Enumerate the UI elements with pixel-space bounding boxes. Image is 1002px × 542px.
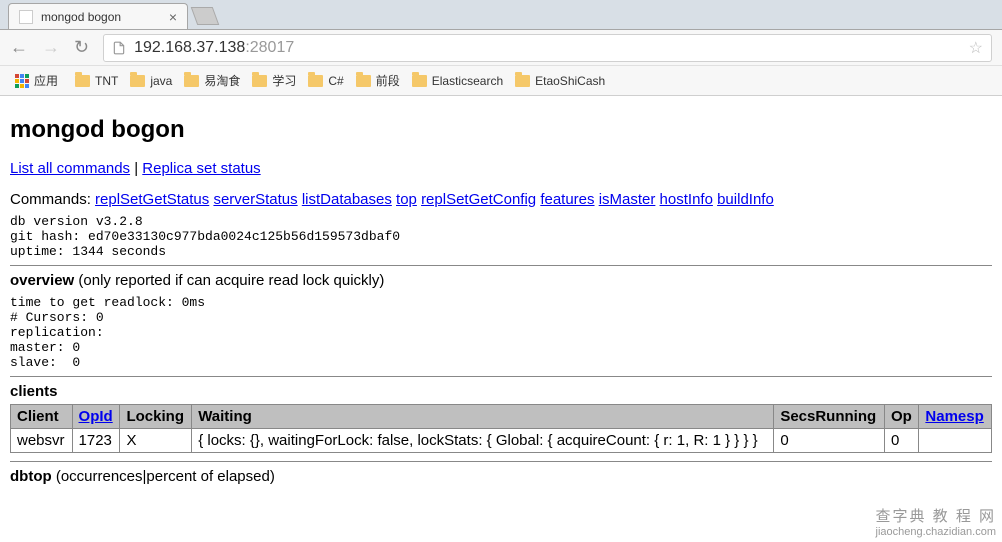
folder-icon bbox=[515, 75, 530, 87]
folder-icon bbox=[75, 75, 90, 87]
th-namesp: Namesp bbox=[919, 405, 992, 429]
top-links-row: List all commands | Replica set status bbox=[10, 160, 992, 177]
clients-title: clients bbox=[10, 383, 992, 400]
folder-icon bbox=[308, 75, 323, 87]
bookmark-star-icon[interactable]: ☆ bbox=[969, 38, 983, 58]
back-button[interactable]: ← bbox=[10, 37, 28, 58]
bookmark-csharp[interactable]: C# bbox=[308, 74, 343, 88]
bookmark-yitaoshi[interactable]: 易淘食 bbox=[184, 72, 240, 89]
close-icon[interactable]: × bbox=[157, 9, 177, 25]
bookmark-etaoshicash[interactable]: EtaoShiCash bbox=[515, 74, 605, 88]
cell-waiting: { locks: {}, waitingForLock: false, lock… bbox=[192, 429, 774, 453]
bookmarks-bar: 应用 TNT java 易淘食 学习 C# 前段 Elasticsearch E… bbox=[0, 66, 1002, 96]
cell-ns bbox=[919, 429, 992, 453]
bookmark-qianduan[interactable]: 前段 bbox=[356, 72, 400, 89]
tab-title: mongod bogon bbox=[41, 10, 121, 24]
cmd-top[interactable]: top bbox=[396, 191, 417, 208]
address-bar[interactable]: 192.168.37.138:28017 ☆ bbox=[103, 34, 992, 62]
divider bbox=[10, 376, 992, 377]
clients-table: Client OpId Locking Waiting SecsRunning … bbox=[10, 404, 992, 453]
cmd-features[interactable]: features bbox=[540, 191, 594, 208]
th-locking: Locking bbox=[120, 405, 192, 429]
cmd-listdatabases[interactable]: listDatabases bbox=[302, 191, 392, 208]
bookmark-xuexi[interactable]: 学习 bbox=[252, 72, 296, 89]
tab-favicon bbox=[19, 10, 33, 24]
divider bbox=[10, 461, 992, 462]
table-header-row: Client OpId Locking Waiting SecsRunning … bbox=[11, 405, 992, 429]
commands-row: Commands: replSetGetStatus serverStatus … bbox=[10, 191, 992, 208]
folder-icon bbox=[184, 75, 199, 87]
cmd-replsetgetconfig[interactable]: replSetGetConfig bbox=[421, 191, 536, 208]
cell-client: websvr bbox=[11, 429, 73, 453]
th-client: Client bbox=[11, 405, 73, 429]
bookmark-tnt[interactable]: TNT bbox=[75, 74, 118, 88]
folder-icon bbox=[412, 75, 427, 87]
tab-strip: mongod bogon × bbox=[0, 0, 1002, 30]
table-row: websvr 1723 X { locks: {}, waitingForLoc… bbox=[11, 429, 992, 453]
apps-button[interactable]: 应用 bbox=[10, 69, 63, 92]
forward-button[interactable]: → bbox=[42, 37, 60, 58]
folder-icon bbox=[356, 75, 371, 87]
folder-icon bbox=[252, 75, 267, 87]
overview-body: time to get readlock: 0ms # Cursors: 0 r… bbox=[10, 295, 992, 370]
cell-locking: X bbox=[120, 429, 192, 453]
browser-tab[interactable]: mongod bogon × bbox=[8, 3, 188, 29]
file-icon bbox=[112, 41, 126, 55]
th-secsrunning: SecsRunning bbox=[774, 405, 885, 429]
cmd-serverstatus[interactable]: serverStatus bbox=[213, 191, 297, 208]
navigation-toolbar: ← → ↻ 192.168.37.138:28017 ☆ bbox=[0, 30, 1002, 66]
th-opid: OpId bbox=[72, 405, 120, 429]
opid-sort-link[interactable]: OpId bbox=[79, 408, 113, 425]
cmd-ismaster[interactable]: isMaster bbox=[599, 191, 656, 208]
cell-op: 0 bbox=[885, 429, 919, 453]
watermark: 查字典 教 程 网 jiaocheng.chazidian.com bbox=[875, 509, 996, 538]
namesp-sort-link[interactable]: Namesp bbox=[925, 408, 983, 425]
page-content: mongod bogon List all commands | Replica… bbox=[0, 96, 1002, 497]
bookmark-elasticsearch[interactable]: Elasticsearch bbox=[412, 74, 503, 88]
th-op: Op bbox=[885, 405, 919, 429]
replica-set-status-link[interactable]: Replica set status bbox=[142, 160, 260, 177]
divider bbox=[10, 265, 992, 266]
th-waiting: Waiting bbox=[192, 405, 774, 429]
apps-grid-icon bbox=[15, 74, 29, 88]
cmd-replsetgetstatus[interactable]: replSetGetStatus bbox=[95, 191, 209, 208]
new-tab-button[interactable] bbox=[191, 7, 220, 25]
reload-button[interactable]: ↻ bbox=[74, 37, 89, 58]
cmd-hostinfo[interactable]: hostInfo bbox=[660, 191, 713, 208]
list-all-commands-link[interactable]: List all commands bbox=[10, 160, 130, 177]
overview-title: overview (only reported if can acquire r… bbox=[10, 272, 992, 289]
dbtop-title: dbtop (occurrences|percent of elapsed) bbox=[10, 468, 992, 485]
cmd-buildinfo[interactable]: buildInfo bbox=[717, 191, 774, 208]
page-title: mongod bogon bbox=[10, 116, 992, 144]
folder-icon bbox=[130, 75, 145, 87]
version-block: db version v3.2.8 git hash: ed70e33130c9… bbox=[10, 214, 992, 259]
commands-label: Commands: bbox=[10, 191, 95, 208]
cell-opid: 1723 bbox=[72, 429, 120, 453]
url-text: 192.168.37.138:28017 bbox=[134, 39, 294, 57]
cell-secs: 0 bbox=[774, 429, 885, 453]
bookmark-java[interactable]: java bbox=[130, 74, 172, 88]
